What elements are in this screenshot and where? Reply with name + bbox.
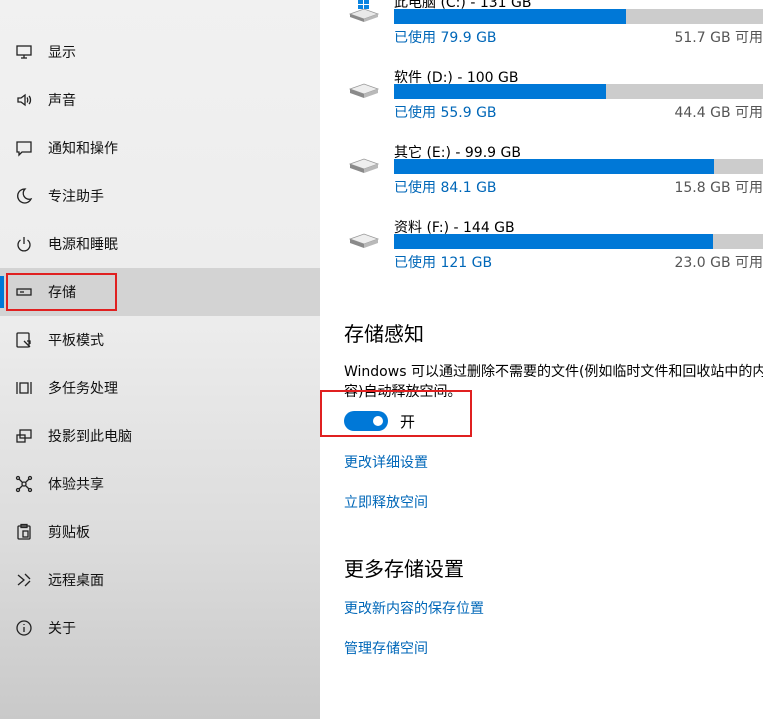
multitask-icon [14, 378, 34, 398]
usage-bar-fill [394, 9, 626, 24]
remote-desktop-icon [14, 570, 34, 590]
drive-e[interactable]: 其它 (E:) - 99.9 GB 已使用 84.1 GB 15.8 GB 可用 [320, 138, 763, 208]
sidebar-item-label: 专注助手 [48, 189, 104, 205]
sidebar-item-clipboard[interactable]: 剪贴板 [0, 508, 320, 556]
used-space: 已使用 79.9 GB [394, 30, 497, 46]
project-icon [14, 426, 34, 446]
drive-d[interactable]: 软件 (D:) - 100 GB 已使用 55.9 GB 44.4 GB 可用 [320, 63, 763, 133]
change-save-location-link[interactable]: 更改新内容的保存位置 [344, 598, 484, 618]
share-icon [14, 474, 34, 494]
sidebar-item-tablet-mode[interactable]: 平板模式 [0, 316, 320, 364]
display-icon [14, 42, 34, 62]
sidebar-item-label: 电源和睡眠 [48, 237, 118, 253]
usage-bar [394, 84, 763, 99]
used-space: 已使用 84.1 GB [394, 180, 497, 196]
free-space: 44.4 GB 可用 [674, 105, 763, 121]
tablet-icon [14, 330, 34, 350]
usage-bar [394, 159, 763, 174]
notification-icon [14, 138, 34, 158]
sidebar-item-storage[interactable]: 存储 [0, 268, 320, 316]
usage-bar-fill [394, 159, 714, 174]
sidebar-item-display[interactable]: 显示 [0, 28, 320, 76]
sidebar-item-label: 存储 [48, 285, 76, 301]
used-space: 已使用 121 GB [394, 255, 493, 271]
info-icon [14, 618, 34, 638]
sidebar-item-label: 平板模式 [48, 333, 104, 349]
sidebar-item-label: 声音 [48, 93, 76, 109]
speaker-icon [14, 90, 34, 110]
sidebar-item-multitasking[interactable]: 多任务处理 [0, 364, 320, 412]
moon-icon [14, 186, 34, 206]
free-up-space-link[interactable]: 立即释放空间 [344, 492, 428, 512]
storage-page: 此电脑 (C:) - 131 GB 已使用 79.9 GB 51.7 GB 可用… [320, 0, 763, 719]
selected-indicator [0, 276, 4, 308]
storage-sense-description: Windows 可以通过删除不需要的文件(例如临时文件和回收站中的内容)自动释放… [344, 364, 763, 400]
sidebar-item-remote-desktop[interactable]: 远程桌面 [0, 556, 320, 604]
sidebar-item-label: 剪贴板 [48, 525, 90, 541]
sidebar-item-power-sleep[interactable]: 电源和睡眠 [0, 220, 320, 268]
drive-icon [348, 233, 380, 248]
sidebar-item-project[interactable]: 投影到此电脑 [0, 412, 320, 460]
usage-bar-fill [394, 84, 607, 99]
storage-sense-toggle[interactable] [344, 411, 388, 431]
sidebar-item-label: 多任务处理 [48, 381, 118, 397]
more-storage-settings-title: 更多存储设置 [344, 557, 464, 581]
sidebar-item-notifications[interactable]: 通知和操作 [0, 124, 320, 172]
free-space: 23.0 GB 可用 [674, 255, 763, 271]
used-space: 已使用 55.9 GB [394, 105, 497, 121]
sidebar-item-label: 显示 [48, 45, 76, 61]
sidebar-item-label: 关于 [48, 621, 76, 637]
sidebar-item-sound[interactable]: 声音 [0, 76, 320, 124]
drive-icon [348, 158, 380, 173]
sidebar-item-label: 体验共享 [48, 477, 104, 493]
usage-bar [394, 234, 763, 249]
sidebar-item-label: 通知和操作 [48, 141, 118, 157]
windows-drive-icon [348, 0, 380, 22]
sidebar-item-shared-experiences[interactable]: 体验共享 [0, 460, 320, 508]
sidebar-item-label: 投影到此电脑 [48, 429, 132, 445]
free-space: 51.7 GB 可用 [674, 30, 763, 46]
clipboard-icon [14, 522, 34, 542]
sidebar-item-label: 远程桌面 [48, 573, 104, 589]
drive-c[interactable]: 此电脑 (C:) - 131 GB 已使用 79.9 GB 51.7 GB 可用 [320, 0, 763, 58]
storage-sense-title: 存储感知 [344, 322, 424, 346]
sidebar-item-about[interactable]: 关于 [0, 604, 320, 652]
usage-bar [394, 9, 763, 24]
usage-bar-fill [394, 234, 714, 249]
drive-f[interactable]: 资料 (F:) - 144 GB 已使用 121 GB 23.0 GB 可用 [320, 213, 763, 283]
manage-storage-spaces-link[interactable]: 管理存储空间 [344, 638, 428, 658]
drive-icon [348, 83, 380, 98]
toggle-state-label: 开 [400, 413, 416, 431]
toggle-knob [373, 416, 383, 426]
change-settings-link[interactable]: 更改详细设置 [344, 452, 428, 472]
free-space: 15.8 GB 可用 [674, 180, 763, 196]
sidebar: 显示 声音 通知和操作 专注助手 电源和睡眠 存储 平板模式 多任务处理 投影到… [0, 0, 320, 719]
power-icon [14, 234, 34, 254]
storage-icon [14, 282, 34, 302]
sidebar-item-focus-assist[interactable]: 专注助手 [0, 172, 320, 220]
